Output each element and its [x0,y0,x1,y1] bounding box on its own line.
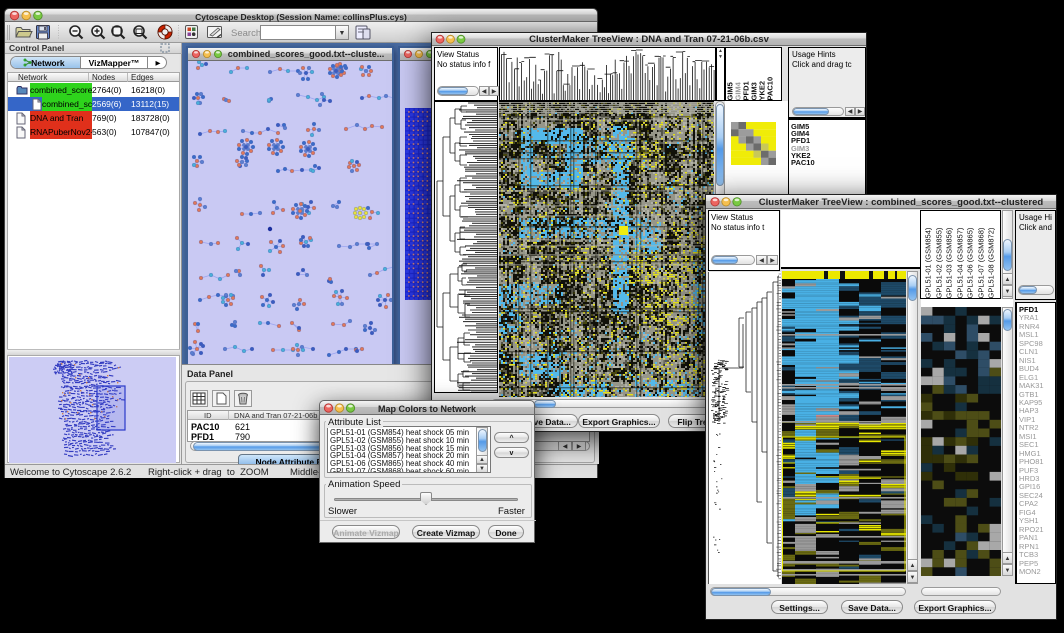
svg-text:Search:: Search: [231,28,264,39]
